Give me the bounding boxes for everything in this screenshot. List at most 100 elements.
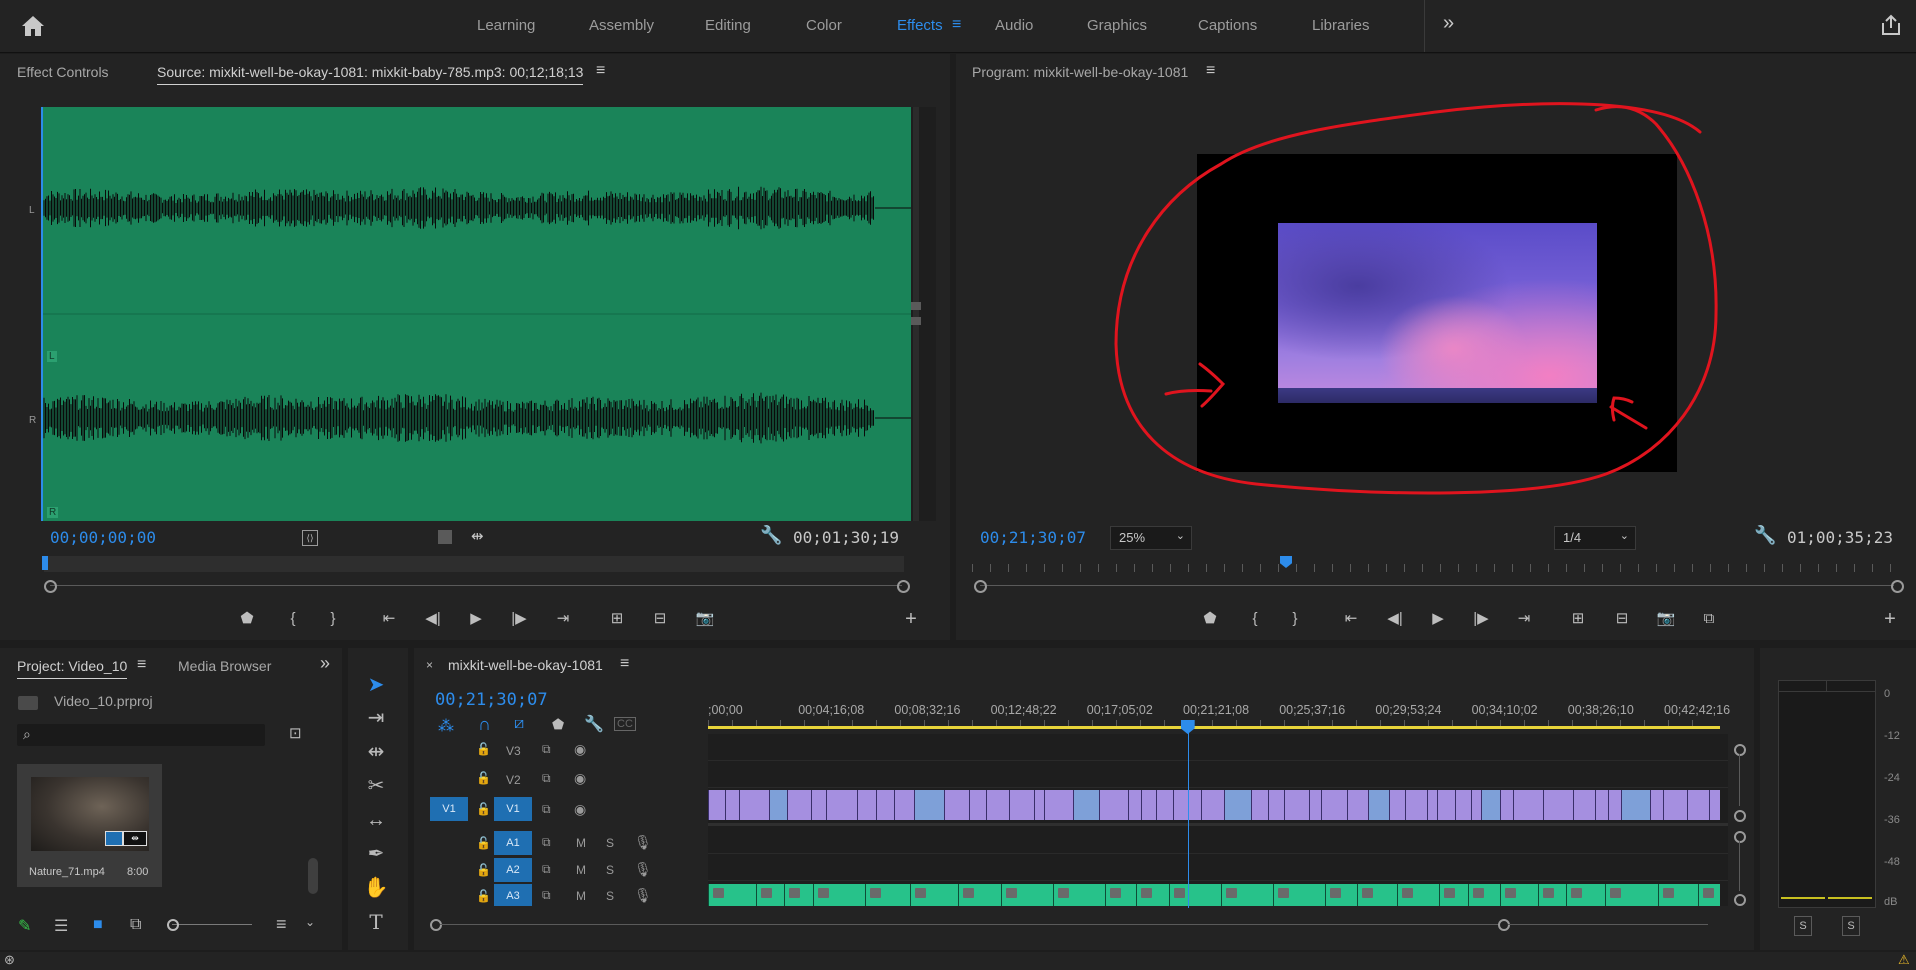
- video-clip[interactable]: [1073, 790, 1099, 820]
- tab-effect-controls[interactable]: Effect Controls: [17, 64, 109, 80]
- video-clip[interactable]: [1650, 790, 1663, 820]
- tab-source[interactable]: Source: mixkit-well-be-okay-1081: mixkit…: [157, 64, 584, 85]
- sync-lock-icon[interactable]: ⧉: [542, 742, 551, 757]
- vertical-zoom-handle-top[interactable]: [911, 302, 921, 310]
- waveform-vertical-zoom[interactable]: [911, 107, 936, 521]
- video-clip[interactable]: [826, 790, 857, 820]
- program-zoom-handle-right[interactable]: [1891, 580, 1904, 593]
- tab-project[interactable]: Project: Video_10: [17, 658, 128, 679]
- audio-clip[interactable]: [1538, 884, 1566, 906]
- video-clip[interactable]: [914, 790, 944, 820]
- video-clip[interactable]: [1309, 790, 1321, 820]
- video-clip[interactable]: [1595, 790, 1608, 820]
- video-clip[interactable]: [1268, 790, 1284, 820]
- timeline-hscroll-mid[interactable]: [1498, 919, 1510, 931]
- audio-clip[interactable]: [756, 884, 784, 906]
- audio-clip[interactable]: [1500, 884, 1538, 906]
- tab-learning[interactable]: Learning: [477, 17, 535, 34]
- video-clip[interactable]: [1687, 790, 1709, 820]
- video-clip[interactable]: [1224, 790, 1251, 820]
- drag-audio-icon[interactable]: ⇹: [471, 527, 484, 545]
- audio-clip[interactable]: [708, 884, 756, 906]
- audio-clip[interactable]: [1658, 884, 1698, 906]
- tab-media-browser[interactable]: Media Browser: [178, 658, 271, 674]
- resolution-select[interactable]: 1/4 ⌄: [1554, 526, 1636, 550]
- a3-track-clips[interactable]: [708, 884, 1726, 906]
- step-forward-icon[interactable]: |▶: [1470, 609, 1492, 629]
- tab-libraries[interactable]: Libraries: [1312, 17, 1370, 34]
- video-clip[interactable]: [857, 790, 876, 820]
- audio-clip[interactable]: [1357, 884, 1397, 906]
- program-zoom-bar[interactable]: [980, 585, 1894, 586]
- vscroll-handle-audio-top[interactable]: [1734, 831, 1746, 843]
- timeline-playhead[interactable]: [1180, 720, 1195, 908]
- add-marker-icon[interactable]: ⬟: [552, 716, 564, 733]
- extract-icon[interactable]: ⊟: [1611, 609, 1633, 629]
- eye-icon[interactable]: ◉: [574, 801, 586, 818]
- track-target-a3[interactable]: A3: [494, 884, 532, 906]
- mark-in-icon[interactable]: {: [282, 609, 304, 629]
- vscroll-handle-top[interactable]: [1734, 744, 1746, 756]
- tab-captions[interactable]: Captions: [1198, 17, 1257, 34]
- mute-a1[interactable]: M: [576, 836, 586, 850]
- sync-lock-icon[interactable]: ⧉: [542, 888, 551, 903]
- mark-out-icon[interactable]: }: [1284, 609, 1306, 629]
- icon-view-icon[interactable]: ■: [93, 916, 103, 934]
- tab-effects[interactable]: Effects: [897, 17, 943, 34]
- source-time-ruler[interactable]: [42, 556, 904, 572]
- video-clip[interactable]: [1321, 790, 1347, 820]
- video-clip[interactable]: [1608, 790, 1621, 820]
- slip-tool-icon[interactable]: ↔: [356, 807, 396, 833]
- play-icon[interactable]: ▶: [465, 609, 487, 629]
- a1-track-lane[interactable]: [708, 827, 1728, 854]
- video-clip[interactable]: [876, 790, 894, 820]
- snap-icon[interactable]: ⁂: [438, 716, 454, 736]
- hand-tool-icon[interactable]: ✋: [356, 875, 396, 901]
- video-clip[interactable]: [1500, 790, 1513, 820]
- solo-left-button[interactable]: S: [1794, 916, 1812, 936]
- source-zoom-handle-left[interactable]: [44, 580, 57, 593]
- timeline-wrench-icon[interactable]: 🔧: [584, 714, 604, 734]
- source-wrench-icon[interactable]: 🔧: [760, 525, 782, 546]
- zoom-select[interactable]: 25% ⌄: [1110, 526, 1192, 550]
- lock-icon[interactable]: 🔓: [476, 802, 491, 816]
- lock-icon[interactable]: 🔓: [476, 836, 491, 850]
- audio-clip[interactable]: [1053, 884, 1105, 906]
- freeform-view-icon[interactable]: ⧉: [130, 916, 141, 934]
- vertical-zoom-handle-bottom[interactable]: [911, 317, 921, 325]
- video-clip[interactable]: [811, 790, 826, 820]
- audio-clip[interactable]: [1566, 884, 1605, 906]
- video-clip[interactable]: [1368, 790, 1389, 820]
- go-to-out-icon[interactable]: ⇥: [552, 609, 574, 629]
- timeline-hscroll-bar[interactable]: [440, 924, 1500, 925]
- sync-lock-icon[interactable]: ⧉: [542, 771, 551, 786]
- video-clip[interactable]: [1284, 790, 1309, 820]
- export-frame-icon[interactable]: 📷: [694, 609, 716, 629]
- mute-a2[interactable]: M: [576, 863, 586, 877]
- type-tool-icon[interactable]: T: [356, 909, 396, 935]
- play-icon[interactable]: ▶: [1427, 609, 1449, 629]
- overwrite-clip-icon[interactable]: ⊟: [649, 609, 671, 629]
- audio-clip[interactable]: [1221, 884, 1273, 906]
- panel-overflow-icon[interactable]: »: [320, 653, 330, 674]
- audio-clip[interactable]: [1439, 884, 1468, 906]
- track-content-area[interactable]: [708, 734, 1728, 906]
- source-patch-v1[interactable]: V1: [430, 797, 468, 821]
- audio-clip[interactable]: [1105, 884, 1136, 906]
- eye-icon[interactable]: ◉: [574, 770, 586, 787]
- solo-a1[interactable]: S: [606, 836, 614, 850]
- timeline-hscroll-left[interactable]: [430, 919, 442, 931]
- workspace-menu-icon[interactable]: ≡: [952, 16, 961, 34]
- video-clip[interactable]: [894, 790, 914, 820]
- program-add-button-icon[interactable]: +: [1879, 609, 1901, 629]
- chevron-down-icon[interactable]: ⌄: [305, 915, 315, 929]
- audio-clip[interactable]: [1698, 884, 1720, 906]
- write-protect-icon[interactable]: ✎: [18, 916, 31, 936]
- new-bin-from-search-icon[interactable]: ⊡: [289, 724, 302, 742]
- video-clip[interactable]: [1573, 790, 1595, 820]
- sync-lock-icon[interactable]: ⧉: [542, 835, 551, 850]
- audio-clip[interactable]: [1273, 884, 1325, 906]
- microphone-icon[interactable]: 🎙: [634, 861, 652, 878]
- work-area-bar[interactable]: [708, 726, 1720, 729]
- drag-video-icon[interactable]: [438, 530, 452, 544]
